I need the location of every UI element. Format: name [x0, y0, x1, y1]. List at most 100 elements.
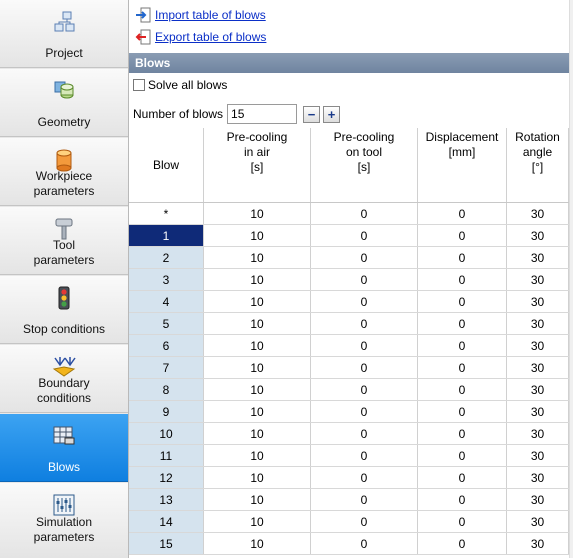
table-cell[interactable]: 0 — [418, 423, 507, 444]
table-cell[interactable]: 0 — [311, 511, 418, 532]
import-table-link[interactable]: Import table of blows — [155, 8, 266, 22]
table-cell[interactable]: 30 — [507, 313, 569, 334]
table-cell[interactable]: 10 — [204, 445, 311, 466]
table-cell[interactable]: 0 — [311, 357, 418, 378]
table-cell[interactable]: 0 — [311, 203, 418, 224]
row-header-cell[interactable]: 4 — [129, 291, 204, 312]
table-cell[interactable]: 0 — [311, 225, 418, 246]
table-cell[interactable]: 10 — [204, 511, 311, 532]
row-header-cell[interactable]: 15 — [129, 533, 204, 554]
sidebar-item-workpiece-parameters[interactable]: Workpiece parameters — [0, 138, 128, 206]
table-cell[interactable]: 30 — [507, 423, 569, 444]
table-cell[interactable]: 0 — [418, 291, 507, 312]
table-cell[interactable]: 30 — [507, 269, 569, 290]
table-cell[interactable]: 0 — [311, 269, 418, 290]
table-row[interactable]: 3 10 0 0 30 — [129, 269, 573, 291]
table-cell[interactable]: 10 — [204, 291, 311, 312]
table-row[interactable]: 5 10 0 0 30 — [129, 313, 573, 335]
table-cell[interactable]: 10 — [204, 203, 311, 224]
table-cell[interactable]: 30 — [507, 467, 569, 488]
table-cell[interactable]: 0 — [311, 489, 418, 510]
table-cell[interactable]: 0 — [311, 379, 418, 400]
row-header-cell[interactable]: * — [129, 203, 204, 224]
table-cell[interactable]: 30 — [507, 247, 569, 268]
table-cell[interactable]: 0 — [311, 313, 418, 334]
row-header-cell[interactable]: 10 — [129, 423, 204, 444]
sidebar-item-simulation-parameters[interactable]: Simulation parameters — [0, 483, 128, 558]
table-cell[interactable]: 30 — [507, 533, 569, 554]
number-of-blows-input[interactable] — [227, 104, 298, 124]
table-cell[interactable]: 0 — [311, 445, 418, 466]
table-cell[interactable]: 30 — [507, 225, 569, 246]
sidebar-item-geometry[interactable]: Geometry — [0, 69, 128, 137]
table-cell[interactable]: 0 — [418, 489, 507, 510]
table-cell[interactable]: 0 — [311, 335, 418, 356]
solve-all-checkbox[interactable] — [133, 79, 145, 91]
table-row[interactable]: 7 10 0 0 30 — [129, 357, 573, 379]
table-cell[interactable]: 10 — [204, 313, 311, 334]
table-cell[interactable]: 0 — [418, 357, 507, 378]
table-new-row[interactable]: * 10 0 0 30 — [129, 203, 573, 225]
table-row[interactable]: 10 10 0 0 30 — [129, 423, 573, 445]
table-cell[interactable]: 0 — [311, 247, 418, 268]
vertical-scrollbar[interactable] — [569, 0, 573, 558]
row-header-cell[interactable]: 11 — [129, 445, 204, 466]
row-header-cell[interactable]: 8 — [129, 379, 204, 400]
sidebar-item-tool-parameters[interactable]: Tool parameters — [0, 207, 128, 275]
row-header-cell[interactable]: 6 — [129, 335, 204, 356]
table-cell[interactable]: 0 — [418, 335, 507, 356]
column-header-rotation-angle[interactable]: Rotation angle [°] — [507, 128, 569, 202]
column-header-displacement[interactable]: Displacement [mm] — [418, 128, 507, 202]
sidebar-item-project[interactable]: Project — [0, 0, 128, 68]
table-cell[interactable]: 10 — [204, 225, 311, 246]
column-header-precooling-tool[interactable]: Pre-cooling on tool [s] — [311, 128, 418, 202]
table-cell[interactable]: 30 — [507, 445, 569, 466]
table-cell[interactable]: 10 — [204, 379, 311, 400]
table-cell[interactable]: 0 — [418, 313, 507, 334]
table-row[interactable]: 14 10 0 0 30 — [129, 511, 573, 533]
table-cell[interactable]: 0 — [418, 511, 507, 532]
table-cell[interactable]: 0 — [418, 225, 507, 246]
table-cell[interactable]: 0 — [418, 247, 507, 268]
export-table-link[interactable]: Export table of blows — [155, 30, 266, 44]
table-row[interactable]: 8 10 0 0 30 — [129, 379, 573, 401]
table-cell[interactable]: 0 — [418, 379, 507, 400]
table-cell[interactable]: 10 — [204, 467, 311, 488]
row-header-cell[interactable]: 13 — [129, 489, 204, 510]
table-cell[interactable]: 0 — [418, 533, 507, 554]
table-cell[interactable]: 0 — [418, 467, 507, 488]
table-cell[interactable]: 10 — [204, 335, 311, 356]
table-cell[interactable]: 0 — [418, 401, 507, 422]
table-cell[interactable]: 30 — [507, 203, 569, 224]
table-cell[interactable]: 30 — [507, 357, 569, 378]
table-row[interactable]: 15 10 0 0 30 — [129, 533, 573, 555]
table-cell[interactable]: 0 — [418, 445, 507, 466]
table-row[interactable]: 2 10 0 0 30 — [129, 247, 573, 269]
row-header-cell[interactable]: 9 — [129, 401, 204, 422]
table-row[interactable]: 13 10 0 0 30 — [129, 489, 573, 511]
sidebar-item-stop-conditions[interactable]: Stop conditions — [0, 276, 128, 344]
increment-button[interactable]: + — [323, 105, 341, 123]
table-cell[interactable]: 30 — [507, 335, 569, 356]
row-header-cell[interactable]: 12 — [129, 467, 204, 488]
table-cell[interactable]: 0 — [311, 467, 418, 488]
row-header-cell[interactable]: 7 — [129, 357, 204, 378]
table-cell[interactable]: 0 — [418, 269, 507, 290]
table-cell[interactable]: 10 — [204, 401, 311, 422]
table-cell[interactable]: 30 — [507, 291, 569, 312]
table-row[interactable]: 4 10 0 0 30 — [129, 291, 573, 313]
table-cell[interactable]: 10 — [204, 533, 311, 554]
row-header-cell[interactable]: 5 — [129, 313, 204, 334]
table-cell[interactable]: 10 — [204, 247, 311, 268]
column-header-blow[interactable]: Blow — [129, 128, 204, 202]
row-header-cell[interactable]: 2 — [129, 247, 204, 268]
table-row[interactable]: 1 10 0 0 30 — [129, 225, 573, 247]
table-cell[interactable]: 30 — [507, 401, 569, 422]
table-cell[interactable]: 10 — [204, 357, 311, 378]
table-cell[interactable]: 30 — [507, 511, 569, 532]
table-row[interactable]: 11 10 0 0 30 — [129, 445, 573, 467]
table-row[interactable]: 9 10 0 0 30 — [129, 401, 573, 423]
table-cell[interactable]: 30 — [507, 489, 569, 510]
table-cell[interactable]: 0 — [311, 401, 418, 422]
sidebar-item-boundary-conditions[interactable]: Boundary conditions — [0, 345, 128, 413]
